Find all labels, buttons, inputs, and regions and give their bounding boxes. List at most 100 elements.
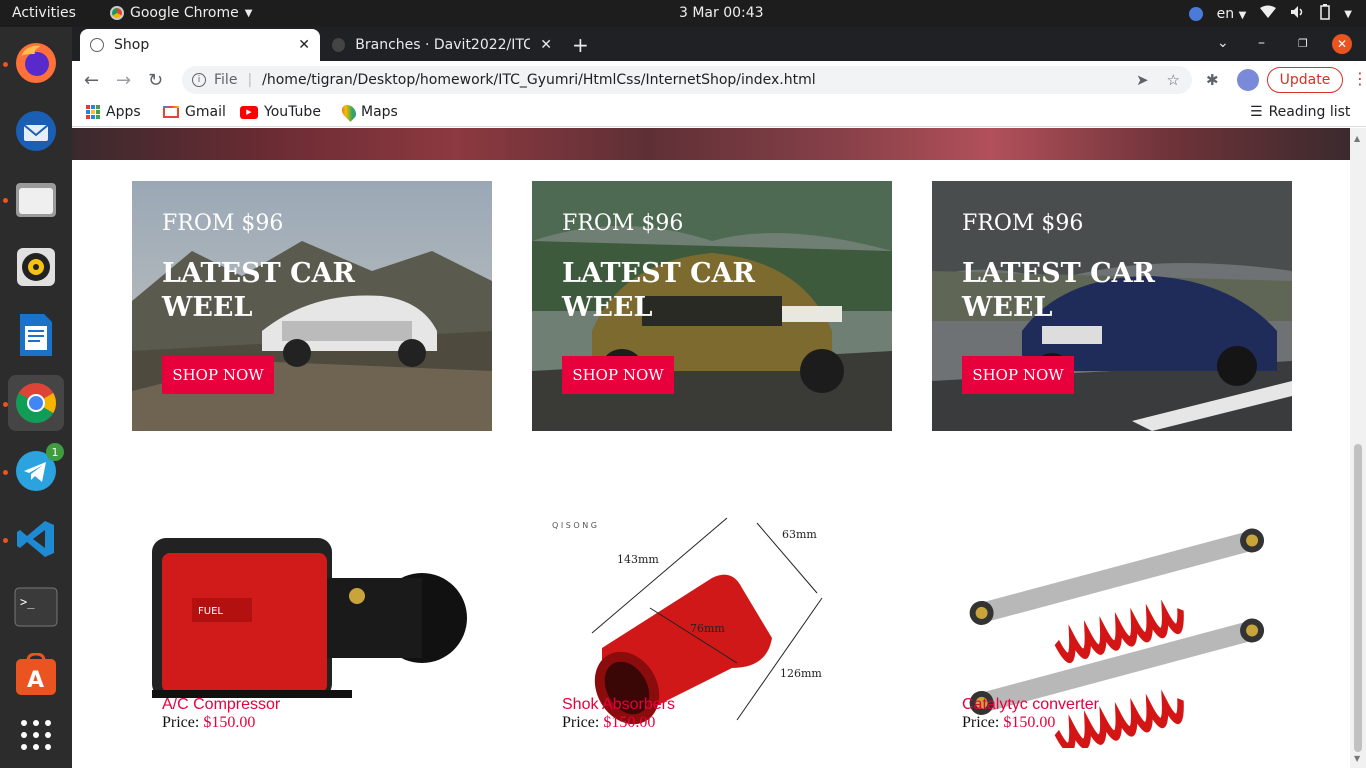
bookmarks-bar: Apps Gmail ▶ YouTube Maps ☰ Reading list (72, 99, 1366, 127)
app-menu-label: Google Chrome (130, 5, 239, 21)
scroll-up-icon[interactable]: ▲ (1354, 134, 1360, 143)
compressor-brand-text: FUEL (198, 606, 223, 617)
github-icon (332, 38, 346, 52)
youtube-icon: ▶ (240, 105, 258, 119)
show-apps-icon[interactable] (8, 707, 64, 763)
address-scheme: File (214, 72, 238, 88)
minimize-icon[interactable]: – (1258, 35, 1265, 51)
reading-list-icon: ☰ (1250, 104, 1263, 120)
promo-from-price: FROM $96 (162, 211, 284, 236)
dim-label: 76mm (690, 622, 725, 635)
promo-from-price: FROM $96 (962, 211, 1084, 236)
price-value: $150.00 (1003, 714, 1056, 731)
extensions-icon[interactable]: ✱ (1206, 71, 1219, 89)
chevron-down-icon: ▼ (244, 7, 253, 19)
dim-label: 63mm (782, 528, 817, 541)
bookmark-label: Apps (106, 104, 141, 120)
svg-text:>_: >_ (20, 595, 35, 609)
bookmark-label: YouTube (264, 104, 321, 120)
thunderbird-icon[interactable] (8, 103, 64, 159)
product-card[interactable]: Catalytyc converter Price: $150.00 (932, 498, 1292, 748)
chrome-small-icon (110, 6, 124, 20)
tab-branches[interactable]: Branches · Davit2022/ITC_ ✕ (322, 29, 562, 61)
product-name[interactable]: A/C Compressor (162, 696, 280, 714)
reload-icon[interactable]: ↻ (148, 70, 163, 91)
back-icon[interactable]: ← (84, 70, 99, 91)
menu-kebab-icon[interactable]: ⋮ (1352, 69, 1366, 88)
terminal-icon[interactable]: >_ (8, 579, 64, 635)
close-icon[interactable]: ✕ (298, 37, 310, 53)
exhaust-brand-text: Q I S O N G (552, 521, 597, 530)
firefox-icon[interactable] (8, 35, 64, 91)
bookmark-maps[interactable]: Maps (339, 102, 398, 122)
new-tab-icon[interactable]: + (572, 33, 589, 57)
product-price: Price: $150.00 (962, 714, 1055, 732)
bookmark-star-icon[interactable]: ☆ (1167, 71, 1180, 89)
tab-strip: Shop ✕ Branches · Davit2022/ITC_ ✕ + ⌄ –… (72, 27, 1366, 61)
profile-avatar[interactable] (1237, 69, 1259, 91)
promo-title: LATEST CAR WEEL (162, 258, 355, 323)
libreoffice-writer-icon[interactable] (8, 307, 64, 363)
app-menu[interactable]: Google Chrome ▼ (110, 5, 252, 21)
page-scrollbar[interactable]: ▲ ▼ (1350, 128, 1366, 768)
tab-title: Shop (114, 37, 150, 53)
promo-card[interactable]: FROM $96 LATEST CAR WEEL SHOP NOW (932, 181, 1292, 431)
product-name[interactable]: Shok Absorbers (562, 696, 675, 714)
address-url[interactable]: /home/tigran/Desktop/homework/ITC_Gyumri… (262, 72, 815, 88)
clock[interactable]: 3 Mar 00:43 (679, 5, 764, 21)
tab-shop[interactable]: Shop ✕ (80, 29, 320, 61)
bookmark-gmail[interactable]: Gmail (163, 104, 226, 120)
software-center-icon[interactable]: A (8, 647, 64, 703)
price-label: Price: (562, 714, 600, 731)
dim-label: 143mm (617, 553, 659, 566)
shop-now-button[interactable]: SHOP NOW (562, 356, 674, 394)
promo-card[interactable]: FROM $96 LATEST CAR WEEL SHOP NOW (532, 181, 892, 431)
info-icon[interactable]: i (192, 73, 206, 87)
tab-title: Branches · Davit2022/ITC_ (355, 37, 531, 53)
address-bar[interactable]: i File | /home/tigran/Desktop/homework/I… (182, 66, 1192, 94)
window-close-icon[interactable]: ✕ (1332, 34, 1352, 54)
telegram-badge: 1 (46, 443, 64, 461)
scrollbar-thumb[interactable] (1354, 444, 1362, 752)
browser-toolbar: ← → ↻ i File | /home/tigran/Desktop/home… (72, 61, 1366, 99)
dim-label: 126mm (780, 667, 822, 680)
shop-now-button[interactable]: SHOP NOW (962, 356, 1074, 394)
product-card[interactable]: Q I S O N G 143mm 63mm 76mm 126mm Shok A… (532, 498, 892, 748)
address-separator: | (247, 72, 253, 88)
wifi-icon (1260, 5, 1277, 23)
language-label: en (1216, 6, 1235, 22)
system-tray[interactable]: en ▼ ▼ (1188, 4, 1352, 24)
notification-icon[interactable] (1188, 7, 1203, 21)
vscode-icon[interactable] (8, 511, 64, 567)
product-name[interactable]: Catalytyc converter (962, 696, 1099, 714)
files-icon[interactable] (8, 171, 64, 227)
promo-from-price: FROM $96 (562, 211, 684, 236)
bookmark-apps[interactable]: Apps (86, 104, 141, 120)
page-viewport: FROM $96 LATEST CAR WEEL SHOP NOW FROM $… (72, 128, 1350, 768)
product-card[interactable]: FUEL A/C Compressor Price: $150.00 (132, 498, 492, 748)
apps-grid-icon (86, 105, 100, 119)
bookmark-youtube[interactable]: ▶ YouTube (240, 104, 321, 120)
promo-card[interactable]: FROM $96 LATEST CAR WEEL SHOP NOW (132, 181, 492, 431)
tab-search-icon[interactable]: ⌄ (1217, 35, 1229, 51)
chrome-icon[interactable] (8, 375, 64, 431)
reading-list-label: Reading list (1268, 104, 1351, 120)
close-icon[interactable]: ✕ (540, 37, 552, 53)
scroll-down-icon[interactable]: ▼ (1354, 754, 1360, 763)
maximize-icon[interactable]: ❐ (1298, 37, 1308, 50)
activities-button[interactable]: Activities (12, 5, 76, 21)
battery-icon (1320, 4, 1331, 24)
update-button[interactable]: Update (1267, 67, 1343, 93)
reading-list-button[interactable]: ☰ Reading list (1250, 104, 1350, 120)
rhythmbox-icon[interactable] (8, 239, 64, 295)
language-indicator[interactable]: en ▼ (1217, 6, 1247, 22)
telegram-icon[interactable]: 1 (8, 443, 64, 499)
bookmark-label: Maps (361, 104, 398, 120)
shop-now-button[interactable]: SHOP NOW (162, 356, 274, 394)
promo-title: LATEST CAR WEEL (562, 258, 755, 323)
gmail-icon (163, 106, 179, 118)
system-top-bar: Activities Google Chrome ▼ 3 Mar 00:43 e… (0, 0, 1366, 27)
send-icon[interactable]: ➤ (1136, 71, 1149, 89)
forward-icon[interactable]: → (116, 70, 131, 91)
price-value: $150.00 (203, 714, 256, 731)
